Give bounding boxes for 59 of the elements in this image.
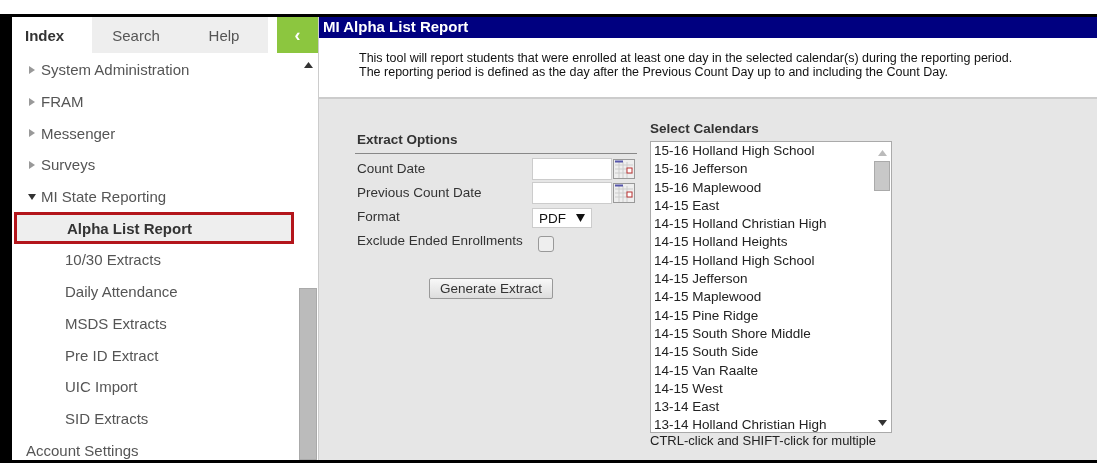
checkbox-label: Exclude Ended Enrollments <box>356 232 524 250</box>
field-label: Count Date <box>356 160 427 178</box>
format-dropdown[interactable]: PDF <box>532 208 592 228</box>
field-label: Previous Count Date <box>356 184 483 202</box>
sidebar-item[interactable]: MI State Reporting <box>12 180 298 213</box>
sidebar-item[interactable]: UIC Import <box>12 370 298 403</box>
calendar-icon[interactable] <box>613 183 635 203</box>
checkbox[interactable] <box>538 236 554 252</box>
sidebar-tab[interactable]: Help <box>180 17 268 53</box>
caret-right-icon <box>28 160 36 169</box>
date-field[interactable] <box>532 158 612 180</box>
sidebar-tab[interactable]: Search <box>92 17 180 53</box>
calendar-option[interactable]: 14-15 South Shore Middle <box>651 324 873 344</box>
caret-right-icon <box>28 97 36 106</box>
sidebar-item[interactable]: Alpha List Report <box>14 212 294 245</box>
report-title: MI Alpha List Report <box>319 17 1097 38</box>
calendar-option[interactable]: 14-15 West <box>651 379 873 399</box>
sidebar-item[interactable]: MSDS Extracts <box>12 307 298 340</box>
calendar-option[interactable]: 14-15 Van Raalte <box>651 361 873 380</box>
description-text: The reporting period is defined as the day after the Previous Count Day up to and including the Count Day. <box>359 65 949 79</box>
calendar-option[interactable]: 13-14 Holland Christian High <box>651 416 873 432</box>
sidebar-item[interactable]: Messenger <box>12 117 298 150</box>
dropdown-arrow-icon <box>576 214 585 222</box>
sidebar-item[interactable]: Surveys <box>12 149 298 181</box>
generate-button[interactable]: Generate Extract <box>429 278 554 299</box>
calendar-option[interactable]: 14-15 Holland Christian High <box>651 215 873 234</box>
sidebar-item[interactable]: Account Settings <box>12 434 298 460</box>
caret-right-icon <box>28 65 36 74</box>
calendar-option[interactable]: 15-16 Jefferson <box>651 160 873 179</box>
calendar-option[interactable]: 15-16 Maplewood <box>651 178 873 197</box>
calendar-listbox[interactable] <box>650 141 892 433</box>
calendar-option[interactable]: 14-15 Holland High School <box>651 251 873 271</box>
scroll-thumb[interactable] <box>874 161 890 191</box>
calendar-option[interactable]: 14-15 Jefferson <box>651 270 873 289</box>
field-label: Format <box>356 208 401 226</box>
calendar-option[interactable]: 14-15 Holland Heights <box>651 233 873 252</box>
sidebar-item[interactable]: FRAM <box>12 85 298 118</box>
calendar-option[interactable]: 13-14 East <box>651 398 873 417</box>
calendar-icon[interactable] <box>613 159 635 179</box>
date-field[interactable] <box>532 182 612 204</box>
section-heading: Select Calendars <box>650 121 760 136</box>
caret-down-icon <box>28 192 36 201</box>
scroll-down-icon[interactable] <box>877 420 887 426</box>
sidebar-item[interactable]: SID Extracts <box>12 402 298 435</box>
calendar-option[interactable]: 14-15 Maplewood <box>651 288 873 307</box>
section-heading: Extract Options <box>355 122 637 154</box>
calendar-option[interactable]: 15-16 Holland High School <box>651 142 873 161</box>
caret-right-icon <box>28 129 36 138</box>
description-text: This tool will report students that were enrolled at least one day in the selected calendar(s) during the reporting period. <box>359 51 1014 65</box>
sidebar-item[interactable]: 10/30 Extracts <box>12 244 298 276</box>
scroll-up-icon[interactable] <box>303 62 313 68</box>
calendar-option[interactable]: 14-15 East <box>651 196 873 216</box>
sidebar-item[interactable]: Daily Attendance <box>12 275 298 308</box>
hint-text: CTRL-click and SHIFT-click for multiple <box>650 433 878 448</box>
calendar-option[interactable]: 14-15 South Side <box>651 343 873 362</box>
scroll-thumb[interactable] <box>299 288 317 460</box>
calendar-option[interactable]: 14-15 Pine Ridge <box>651 306 873 325</box>
sidebar-item[interactable]: Pre ID Extract <box>12 339 298 371</box>
sidebar-item[interactable]: System Administration <box>12 54 298 86</box>
